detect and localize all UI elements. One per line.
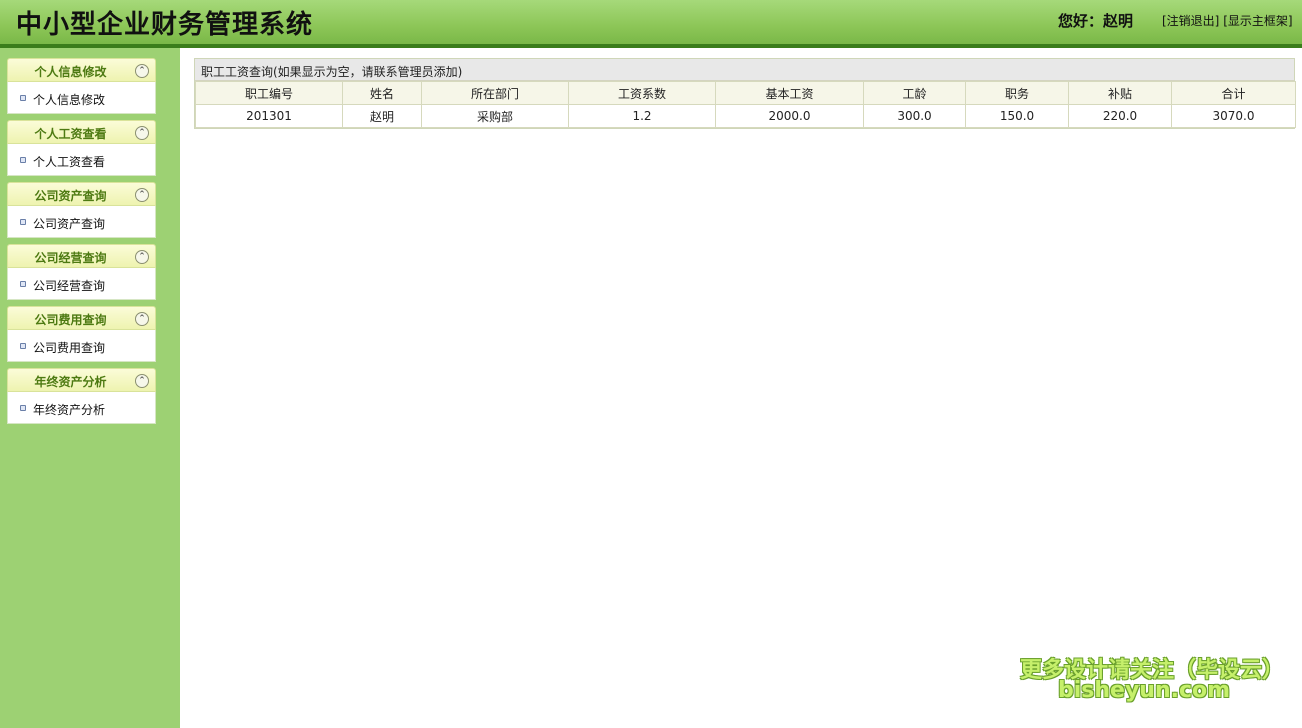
main-content: 职工工资查询(如果显示为空，请联系管理员添加) 职工编号 姓名 所在部门 工资系… <box>180 48 1302 728</box>
sidebar-group-operations: 公司经营查询 ⌃ 公司经营查询 <box>7 244 156 300</box>
sidebar-item-annual-analysis[interactable]: 年终资产分析 <box>33 401 105 418</box>
header-bar: 中小型企业财务管理系统 您好：赵明 [注销退出] [显示主框架] <box>0 0 1302 48</box>
sidebar-group-body: 公司资产查询 <box>7 206 156 238</box>
sidebar-group-header[interactable]: 公司经营查询 ⌃ <box>7 244 156 268</box>
table-cell: 220.0 <box>1068 104 1172 128</box>
sidebar-group-title: 公司费用查询 <box>34 313 107 327</box>
app-title: 中小型企业财务管理系统 <box>16 10 314 40</box>
table-row: 201301 赵明 采购部 1.2 2000.0 300.0 150.0 220… <box>195 104 1296 128</box>
sidebar-group-header[interactable]: 个人信息修改 ⌃ <box>7 58 156 82</box>
collapse-icon[interactable]: ⌃ <box>135 312 149 326</box>
salary-panel: 职工工资查询(如果显示为空，请联系管理员添加) 职工编号 姓名 所在部门 工资系… <box>194 58 1296 129</box>
bullet-icon <box>20 343 26 349</box>
column-header: 工龄 <box>863 81 966 105</box>
sidebar-group-title: 年终资产分析 <box>34 375 107 389</box>
sidebar-item-assets[interactable]: 公司资产查询 <box>33 215 105 232</box>
sidebar-group-body: 公司经营查询 <box>7 268 156 300</box>
sidebar: 个人信息修改 ⌃ 个人信息修改 个人工资查看 ⌃ 个人工资查看 公司资产查询 ⌃… <box>0 48 180 728</box>
table-cell: 300.0 <box>863 104 966 128</box>
sidebar-group-body: 年终资产分析 <box>7 392 156 424</box>
bullet-icon <box>20 281 26 287</box>
logout-link[interactable]: [注销退出] <box>1162 14 1219 28</box>
bullet-icon <box>20 95 26 101</box>
panel-title: 职工工资查询(如果显示为空，请联系管理员添加) <box>195 59 1294 81</box>
sidebar-group-expenses: 公司费用查询 ⌃ 公司费用查询 <box>7 306 156 362</box>
sidebar-item-operations[interactable]: 公司经营查询 <box>33 277 105 294</box>
sidebar-item-personal-info[interactable]: 个人信息修改 <box>33 91 105 108</box>
table-cell: 150.0 <box>965 104 1069 128</box>
table-header-row: 职工编号 姓名 所在部门 工资系数 基本工资 工龄 职务 补贴 合计 <box>195 81 1296 105</box>
sidebar-group-body: 个人工资查看 <box>7 144 156 176</box>
sidebar-group-title: 公司资产查询 <box>34 189 107 203</box>
column-header: 补贴 <box>1068 81 1172 105</box>
table-cell: 3070.0 <box>1171 104 1296 128</box>
sidebar-group-header[interactable]: 公司资产查询 ⌃ <box>7 182 156 206</box>
table-cell: 1.2 <box>568 104 716 128</box>
sidebar-group-body: 个人信息修改 <box>7 82 156 114</box>
collapse-icon[interactable]: ⌃ <box>135 188 149 202</box>
salary-table: 职工编号 姓名 所在部门 工资系数 基本工资 工龄 职务 补贴 合计 20130… <box>195 81 1296 128</box>
bullet-icon <box>20 219 26 225</box>
sidebar-group-body: 公司费用查询 <box>7 330 156 362</box>
collapse-icon[interactable]: ⌃ <box>135 126 149 140</box>
sidebar-item-expenses[interactable]: 公司费用查询 <box>33 339 105 356</box>
sidebar-group-header[interactable]: 个人工资查看 ⌃ <box>7 120 156 144</box>
user-greeting: 您好：赵明 <box>1058 12 1134 30</box>
sidebar-group-header[interactable]: 公司费用查询 ⌃ <box>7 306 156 330</box>
sidebar-group-header[interactable]: 年终资产分析 ⌃ <box>7 368 156 392</box>
collapse-icon[interactable]: ⌃ <box>135 64 149 78</box>
header-links: [注销退出] [显示主框架] <box>1162 12 1293 29</box>
table-cell: 201301 <box>195 104 343 128</box>
sidebar-group-annual-analysis: 年终资产分析 ⌃ 年终资产分析 <box>7 368 156 424</box>
bullet-icon <box>20 405 26 411</box>
sidebar-group-salary: 个人工资查看 ⌃ 个人工资查看 <box>7 120 156 176</box>
sidebar-group-personal-info: 个人信息修改 ⌃ 个人信息修改 <box>7 58 156 114</box>
collapse-icon[interactable]: ⌃ <box>135 374 149 388</box>
watermark-url: bisheyun.com <box>1058 678 1231 703</box>
sidebar-group-title: 个人工资查看 <box>34 127 107 141</box>
table-cell: 采购部 <box>421 104 569 128</box>
column-header: 基本工资 <box>715 81 864 105</box>
bullet-icon <box>20 157 26 163</box>
show-main-frame-link[interactable]: [显示主框架] <box>1223 14 1292 28</box>
collapse-icon[interactable]: ⌃ <box>135 250 149 264</box>
column-header: 所在部门 <box>421 81 569 105</box>
column-header: 职务 <box>965 81 1069 105</box>
table-cell: 赵明 <box>342 104 422 128</box>
sidebar-group-assets: 公司资产查询 ⌃ 公司资产查询 <box>7 182 156 238</box>
sidebar-item-salary[interactable]: 个人工资查看 <box>33 153 105 170</box>
column-header: 职工编号 <box>195 81 343 105</box>
sidebar-group-title: 个人信息修改 <box>34 65 107 79</box>
column-header: 姓名 <box>342 81 422 105</box>
column-header: 工资系数 <box>568 81 716 105</box>
column-header: 合计 <box>1171 81 1296 105</box>
sidebar-group-title: 公司经营查询 <box>34 251 107 265</box>
table-cell: 2000.0 <box>715 104 864 128</box>
